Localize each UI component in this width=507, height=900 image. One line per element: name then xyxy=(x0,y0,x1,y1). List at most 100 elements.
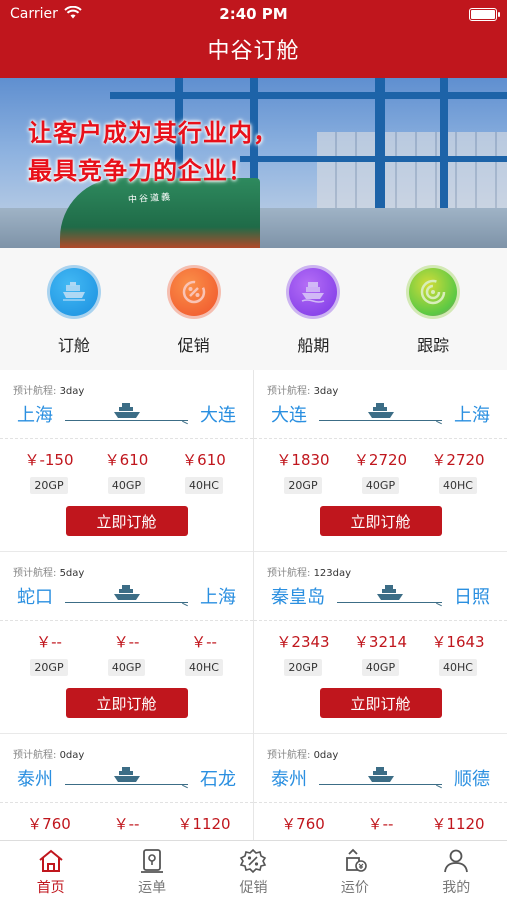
tab-freight-rate[interactable]: 运价 xyxy=(305,841,405,900)
price-value: ￥610 xyxy=(104,451,149,469)
price-row: ￥2343 20GP ￥3214 40GP ￥1643 40HC xyxy=(254,621,507,676)
price-value: ￥610 xyxy=(182,451,226,469)
price-row: ￥1830 20GP ￥2720 40GP ￥2720 40HC xyxy=(254,439,507,494)
tab-profile[interactable]: 我的 xyxy=(406,841,506,900)
quick-menu: 订舱 促销 船期 跟踪 xyxy=(0,248,507,370)
origin-port: 大连 xyxy=(271,405,307,426)
price-cell: ￥2720 40HC xyxy=(423,449,493,494)
book-now-button[interactable]: 立即订舱 xyxy=(65,688,188,718)
home-icon xyxy=(39,849,63,872)
route-card[interactable]: 预计航程: 0day泰州石龙￥76020GP￥--40GP￥112040HC立即… xyxy=(0,734,253,840)
price-value: ￥-- xyxy=(113,815,140,833)
tab-promotion[interactable]: 促销 xyxy=(203,841,303,900)
route-card[interactable]: 预计航程: 0day泰州顺德￥76020GP￥--40GP￥112040HC立即… xyxy=(254,734,507,840)
container-type-tag: 20GP xyxy=(284,659,322,676)
price-row: ￥-150 20GP ￥610 40GP ￥610 40HC xyxy=(0,439,253,494)
tab-label-profile: 我的 xyxy=(442,880,471,896)
route-row: 蛇口 上海 xyxy=(0,578,253,614)
tab-waybill[interactable]: 运单 xyxy=(102,841,202,900)
route-card[interactable]: 预计航程: 3day 大连 上海 ￥1830 20GP ￥2720 40GP ￥2720 40H… xyxy=(254,370,507,552)
menu-item-promotion[interactable]: 促销 xyxy=(144,248,244,370)
eta-value: 123day xyxy=(313,568,352,579)
destination-port: 石龙 xyxy=(200,769,236,790)
price-cell: ￥76020GP xyxy=(268,813,338,840)
tab-label-freight-rate: 运价 xyxy=(340,880,369,896)
route-card[interactable]: 预计航程: 5day 蛇口 上海 ￥-- 20GP ￥-- 40GP ￥-- 40HC 立即订舱 xyxy=(0,552,253,734)
destination-port: 日照 xyxy=(454,587,490,608)
promotion-icon xyxy=(240,848,267,874)
container-type-tag: 40GP xyxy=(361,659,400,676)
container-type-tag: 40GP xyxy=(361,477,400,494)
price-cell: ￥-- 40GP xyxy=(92,631,162,676)
route-arrow xyxy=(337,584,442,608)
waybill-icon xyxy=(141,849,164,873)
price-value: ￥-- xyxy=(367,815,394,833)
banner-slogan: 让客户成为其行业内， 最具竞争力的企业！ xyxy=(28,114,278,190)
menu-item-tracking[interactable]: 跟踪 xyxy=(383,248,483,370)
route-row: 秦皇岛 日照 xyxy=(254,578,507,614)
route-card-list: 预计航程: 3day 上海 大连 ￥-150 20GP ￥610 40GP ￥610 40HC 立… xyxy=(0,370,507,840)
price-value: ￥2720 xyxy=(353,451,408,469)
banner[interactable]: 中谷道義 让客户成为其行业内， 最具竞争力的企业！ xyxy=(0,78,507,248)
menu-label-promotion: 促销 xyxy=(177,336,210,355)
route-card[interactable]: 预计航程: 123day 秦皇岛 日照 ￥2343 20GP ￥3214 40GP ￥1643… xyxy=(254,552,507,734)
route-arrow xyxy=(65,402,188,426)
price-value: ￥1120 xyxy=(177,815,231,833)
booking-icon xyxy=(46,265,101,319)
price-cell: ￥610 40HC xyxy=(169,449,239,494)
menu-item-schedule[interactable]: 船期 xyxy=(263,248,363,370)
price-cell: ￥1643 40HC xyxy=(423,631,493,676)
container-type-tag: 40HC xyxy=(185,477,223,494)
eta-row: 预计航程: 0day xyxy=(0,734,253,761)
route-arrow xyxy=(319,766,442,790)
tab-label-waybill: 运单 xyxy=(138,880,167,896)
eta-label: 预计航程: xyxy=(267,386,311,397)
route-row: 上海 大连 xyxy=(0,396,253,432)
book-now-button[interactable]: 立即订舱 xyxy=(319,688,442,718)
price-cell: ￥3214 40GP xyxy=(346,631,416,676)
eta-label: 预计航程: xyxy=(13,750,57,761)
status-bar: Carrier 2:40 PM xyxy=(0,0,507,28)
destination-port: 大连 xyxy=(200,405,236,426)
container-type-tag: 40HC xyxy=(439,659,477,676)
origin-port: 秦皇岛 xyxy=(271,587,325,608)
eta-value: 3day xyxy=(313,386,339,397)
price-value: ￥1830 xyxy=(276,451,330,469)
tab-home[interactable]: 首页 xyxy=(1,841,101,900)
menu-item-booking[interactable]: 订舱 xyxy=(24,248,124,370)
price-value: ￥1120 xyxy=(431,815,485,833)
eta-value: 3day xyxy=(59,386,85,397)
slogan-line-1: 让客户成为其行业内， xyxy=(28,119,278,147)
origin-port: 泰州 xyxy=(17,769,53,790)
price-cell: ￥1830 20GP xyxy=(268,449,338,494)
app: Carrier 2:40 PM 中谷订舱 中谷道義 让客户成为其行业内， 最具竞… xyxy=(0,0,507,900)
price-cell: ￥-150 20GP xyxy=(14,449,84,494)
crane-boom xyxy=(110,92,507,99)
eta-label: 预计航程: xyxy=(13,386,57,397)
eta-row: 预计航程: 5day xyxy=(0,552,253,579)
route-arrow xyxy=(319,402,442,426)
origin-port: 上海 xyxy=(17,405,53,426)
price-cell: ￥2343 20GP xyxy=(268,631,338,676)
price-cell: ￥--40GP xyxy=(92,813,162,840)
route-row: 大连 上海 xyxy=(254,396,507,432)
route-card[interactable]: 预计航程: 3day 上海 大连 ￥-150 20GP ￥610 40GP ￥610 40HC 立… xyxy=(0,370,253,552)
book-now-button[interactable]: 立即订舱 xyxy=(319,506,442,536)
origin-port: 蛇口 xyxy=(17,587,53,608)
profile-icon xyxy=(444,849,469,873)
container-type-tag: 20GP xyxy=(30,477,68,494)
price-cell: ￥76020GP xyxy=(14,813,84,840)
destination-port: 上海 xyxy=(454,405,490,426)
route-arrow xyxy=(65,584,188,608)
container-type-tag: 20GP xyxy=(30,659,68,676)
container-type-tag: 40GP xyxy=(107,659,146,676)
book-now-button[interactable]: 立即订舱 xyxy=(65,506,188,536)
status-time: 2:40 PM xyxy=(219,5,288,23)
ship-schedule-icon xyxy=(286,265,341,319)
tab-label-promotion: 促销 xyxy=(239,880,268,896)
container-type-tag: 40GP xyxy=(107,477,146,494)
tab-label-home: 首页 xyxy=(36,880,65,896)
price-value: ￥-- xyxy=(113,633,140,651)
destination-port: 顺德 xyxy=(454,769,490,790)
route-row: 泰州 石龙 xyxy=(0,760,253,796)
